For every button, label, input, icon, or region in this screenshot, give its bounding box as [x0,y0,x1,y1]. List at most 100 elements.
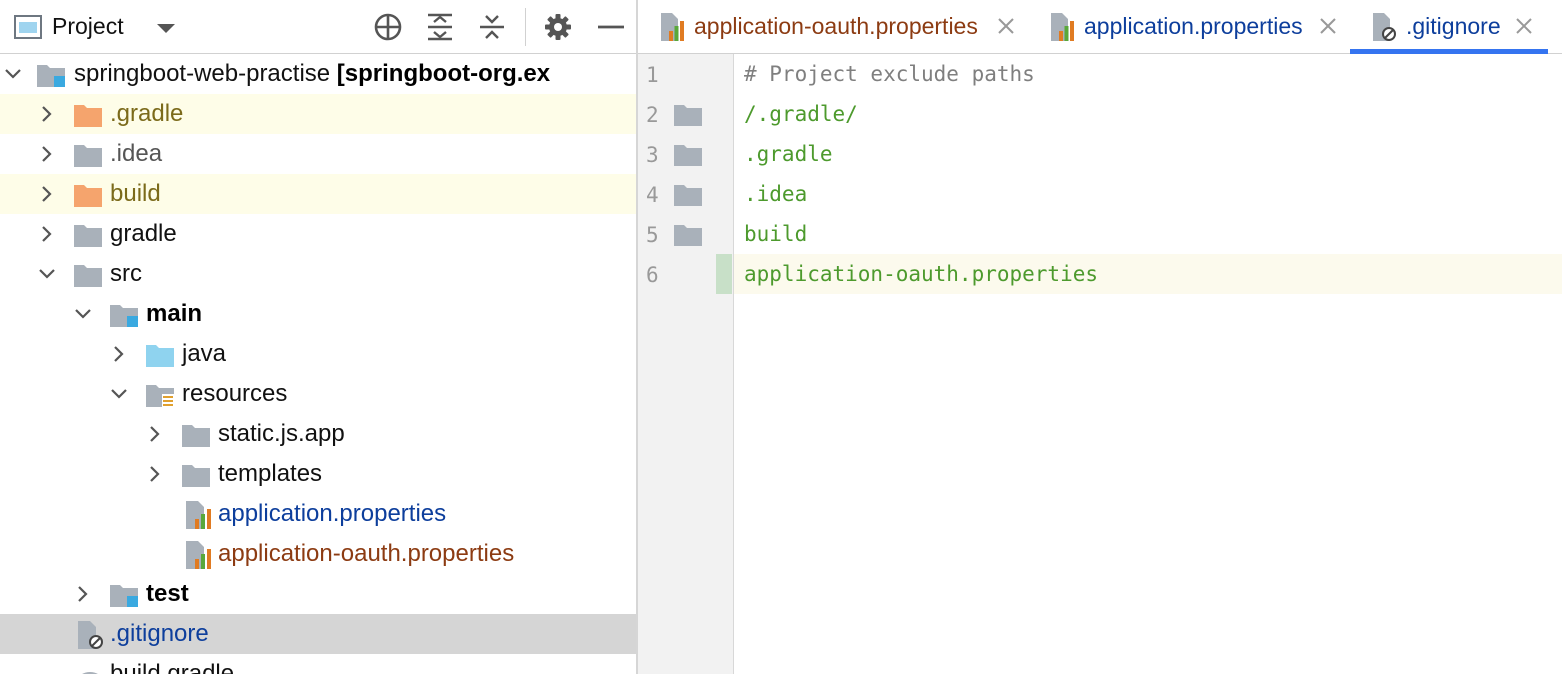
chevron-down-icon[interactable] [110,385,128,403]
folder-icon [182,425,210,447]
tree-item-label: main [146,300,203,327]
tree-row-build[interactable]: build [0,174,636,214]
properties-file-icon [661,13,684,41]
tree-item-label: .gitignore [110,620,209,647]
tree-item-label: build.gradle [110,660,235,674]
module-folder-icon [110,305,138,327]
tree-item-label: resources [182,380,288,407]
tree-row-java[interactable]: java [0,334,636,374]
expand-all-icon[interactable] [425,12,455,42]
tree-row-gitignore[interactable]: .gitignore [0,614,636,654]
minimize-icon[interactable] [596,12,626,42]
tree-row-root[interactable]: springboot-web-practise [springboot-org.… [0,54,636,94]
chevron-right-icon[interactable] [146,465,164,483]
chevron-right-icon[interactable] [38,105,56,123]
tab-application-oauth-properties[interactable]: application-oauth.properties [638,0,1030,54]
line-number: 3 [646,143,659,167]
locate-icon[interactable] [373,12,403,42]
tree-row-idea[interactable]: .idea [0,134,636,174]
tree-row-test[interactable]: test [0,574,636,614]
tree-row-templates[interactable]: templates [0,454,636,494]
tab-label: application-oauth.properties [694,13,978,39]
editor-gutter: 1 2 3 4 5 6 [638,54,734,674]
change-marker[interactable] [716,254,732,294]
editor-area: application-oauth.properties application… [638,0,1562,674]
folder-icon[interactable] [674,224,702,246]
line-number: 6 [646,263,659,287]
tree-row-application-oauth-properties[interactable]: application-oauth.properties [0,534,636,574]
line-number: 1 [646,63,659,87]
close-icon[interactable] [996,16,1016,36]
tab-label: .gitignore [1406,13,1501,39]
tree-row-static[interactable]: static.js.app [0,414,636,454]
excluded-folder-icon [74,105,102,127]
tree-row-build-gradle[interactable]: build.gradle [0,654,636,674]
tab-application-properties[interactable]: application.properties [1028,0,1350,54]
close-icon[interactable] [1514,16,1534,36]
collapse-all-icon[interactable] [477,12,507,42]
gradle-file-icon [82,672,98,674]
line-number: 5 [646,223,659,247]
project-panel-title[interactable]: Project [52,13,124,40]
root-module-suffix: [springboot-org.ex [336,60,551,87]
folder-icon[interactable] [674,104,702,126]
folder-icon[interactable] [674,184,702,206]
tree-row-main[interactable]: main [0,294,636,334]
tree-row-src[interactable]: src [0,254,636,294]
code-line: application-oauth.properties [744,262,1099,286]
tree-item-label: .gradle [110,100,184,127]
code-line: .gradle [744,142,833,166]
tree-item-label: static.js.app [218,420,345,447]
resources-folder-icon [146,385,174,407]
excluded-folder-icon [74,185,102,207]
folder-icon [74,225,102,247]
chevron-down-icon[interactable] [74,305,92,323]
code-line: .idea [744,182,808,206]
tree-row-gradle[interactable]: gradle [0,214,636,254]
module-folder-icon [110,585,138,607]
properties-file-icon [1051,13,1074,41]
tree-root-label: springboot-web-practise [springboot-org.… [74,60,550,88]
chevron-down-icon[interactable] [157,24,175,33]
active-tab-indicator [1350,49,1548,54]
project-window-icon [14,15,42,39]
chevron-right-icon[interactable] [74,585,92,603]
chevron-down-icon[interactable] [4,65,22,83]
folder-icon[interactable] [674,144,702,166]
chevron-down-icon[interactable] [38,265,56,283]
code-line: build [744,222,808,246]
line-number: 2 [646,103,659,127]
chevron-right-icon[interactable] [38,185,56,203]
close-icon[interactable] [1318,16,1338,36]
code-line: # Project exclude paths [744,62,1035,86]
gitignore-file-icon [1373,13,1396,41]
properties-file-icon [186,541,211,569]
chevron-right-icon[interactable] [110,345,128,363]
line-number: 4 [646,183,659,207]
module-folder-icon [37,65,65,87]
chevron-right-icon[interactable] [146,425,164,443]
editor-tabs: application-oauth.properties application… [638,0,1562,54]
source-folder-icon [146,345,174,367]
ide-window: Project springboot-web-practise [springb… [0,0,1562,674]
tree-item-label: templates [218,460,323,487]
root-module-name: springboot-web-practise [74,60,331,87]
tab-label: application.properties [1084,13,1303,39]
tree-row-resources[interactable]: resources [0,374,636,414]
tree-row-gradle-dir[interactable]: .gradle [0,94,636,134]
tree-item-label: application-oauth.properties [218,540,515,567]
tree-item-label: gradle [110,220,177,247]
tree-row-application-properties[interactable]: application.properties [0,494,636,534]
toolbar-separator [525,8,526,46]
project-panel: Project springboot-web-practise [springb… [0,0,636,674]
chevron-right-icon[interactable] [38,225,56,243]
tab-gitignore[interactable]: .gitignore [1350,0,1548,54]
folder-icon [182,465,210,487]
tree-item-label: application.properties [218,500,447,527]
project-panel-header: Project [0,0,636,54]
chevron-right-icon[interactable] [38,145,56,163]
gear-icon[interactable] [543,12,573,42]
folder-icon [74,265,102,287]
gitignore-file-icon [78,621,103,649]
tree-item-label: src [110,260,142,287]
